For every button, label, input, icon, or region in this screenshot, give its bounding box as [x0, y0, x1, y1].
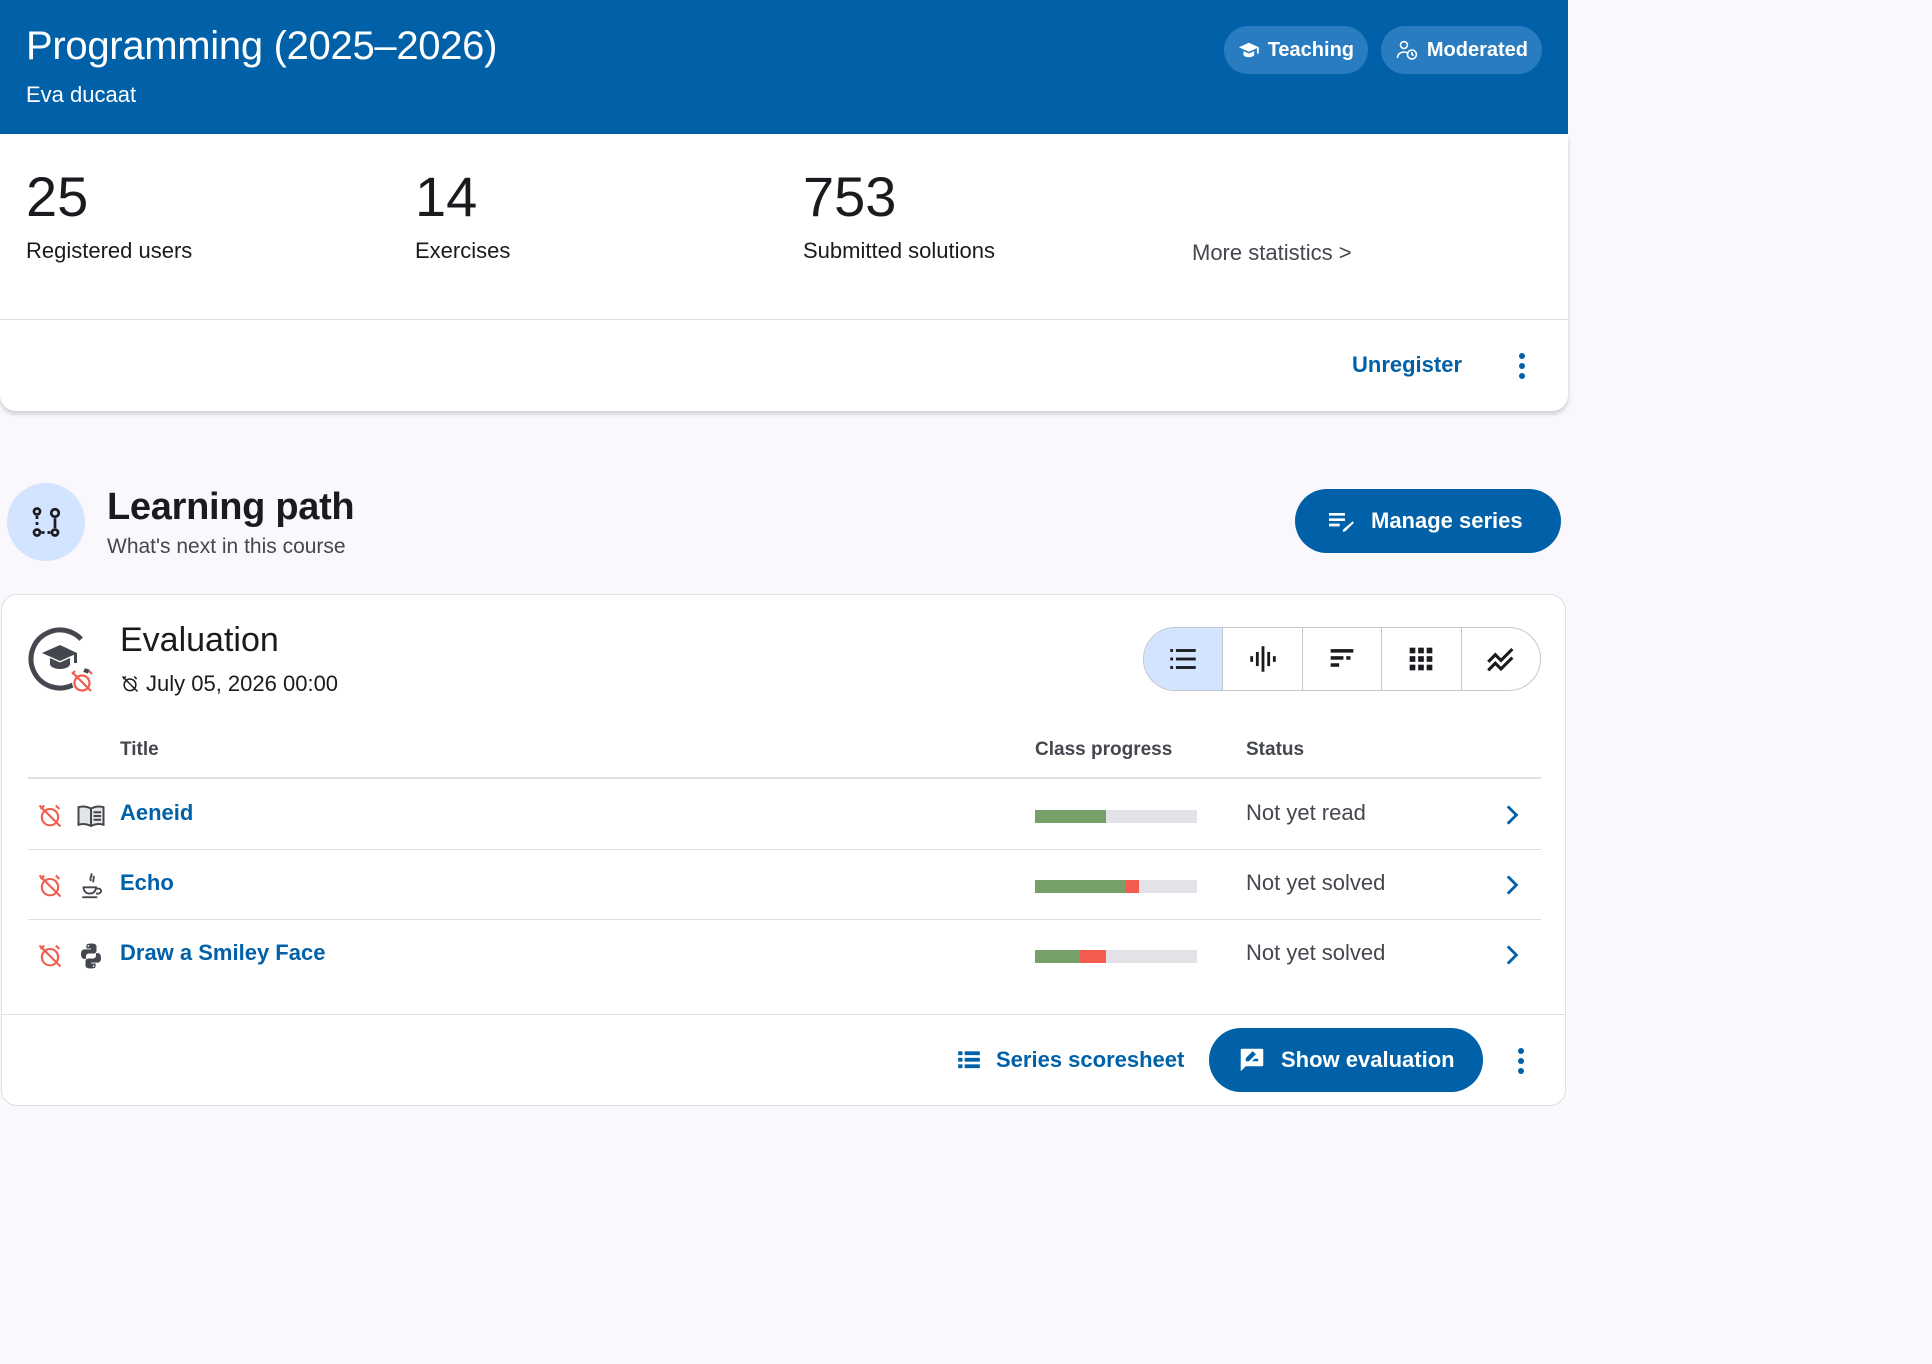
course-stats-card: 25 Registered users 14 Exercises 753 Sub…: [0, 134, 1568, 411]
stat-value: 753: [803, 165, 897, 228]
grid-icon: [1410, 647, 1433, 671]
manage-series-label: Manage series: [1371, 508, 1523, 533]
python-icon: [81, 943, 101, 969]
activity-title-link[interactable]: Draw a Smiley Face: [120, 940, 325, 966]
stat-value: 14: [415, 165, 478, 228]
series-view-toggle: [1143, 627, 1541, 691]
table-row[interactable]: Aeneid Not yet read: [28, 780, 1541, 850]
series-title: Evaluation: [120, 621, 279, 659]
alarm-off-icon: [38, 804, 62, 828]
stat-label: Exercises: [415, 238, 511, 263]
correct-fill: [1035, 810, 1107, 823]
scoresheet-label: Series scoresheet: [996, 1047, 1185, 1072]
correct-fill: [1035, 950, 1081, 963]
alarm-off-icon: [38, 874, 62, 898]
activity-status: Not yet read: [1246, 800, 1366, 825]
moderated-chip[interactable]: Moderated: [1381, 26, 1542, 74]
class-progress-bar: [1035, 810, 1197, 823]
more-statistics-link[interactable]: More statistics >: [1192, 240, 1352, 266]
wrong-fill: [1080, 950, 1107, 963]
class-progress-bar: [1035, 950, 1197, 963]
table-row[interactable]: Draw a Smiley Face Not yet solved: [28, 920, 1541, 990]
show-evaluation-button[interactable]: Show evaluation: [1209, 1028, 1483, 1092]
series-deadline: July 05, 2026 00:00: [120, 671, 338, 697]
activity-title-link[interactable]: Echo: [120, 870, 174, 896]
graduation-cap-icon: [1238, 42, 1259, 58]
learning-path-title: Learning path: [107, 486, 355, 528]
show-evaluation-label: Show evaluation: [1281, 1047, 1455, 1072]
view-grid-button[interactable]: [1382, 628, 1462, 690]
book-icon: [77, 805, 105, 828]
trend-lines-icon: [1486, 647, 1514, 672]
stat-label: Submitted solutions: [803, 238, 995, 263]
java-icon: [82, 872, 102, 899]
more-options-icon[interactable]: [1518, 353, 1526, 383]
series-scoresheet-button[interactable]: Series scoresheet: [956, 1047, 1184, 1073]
moderated-label: Moderated: [1426, 38, 1528, 61]
list-icon: [1170, 649, 1196, 669]
table-row[interactable]: Echo Not yet solved: [28, 850, 1541, 920]
course-header: Programming (2025–2026) Eva ducaat Teach…: [0, 0, 1568, 134]
feedback-icon: [1240, 1048, 1264, 1072]
stat-registered-users: 25 Registered users: [26, 166, 192, 264]
teaching-chip[interactable]: Teaching: [1224, 26, 1368, 74]
alarm-off-icon: [121, 675, 139, 693]
footer-divider: [2, 1014, 1565, 1015]
view-waveform-button[interactable]: [1223, 628, 1303, 690]
table-header-divider: [28, 777, 1541, 779]
stat-exercises: 14 Exercises: [415, 166, 510, 264]
series-more-options-icon[interactable]: [1517, 1048, 1525, 1078]
correct-fill: [1035, 880, 1126, 893]
teaching-label: Teaching: [1267, 38, 1354, 61]
chevron-right-icon[interactable]: [1498, 872, 1524, 898]
class-progress-bar: [1035, 880, 1197, 893]
unregister-button[interactable]: Unregister: [1352, 352, 1462, 378]
deadline-text: July 05, 2026 00:00: [146, 671, 339, 696]
series-card: Evaluation July 05, 2026 00:00 Title Cla…: [1, 594, 1566, 1106]
stat-value: 25: [26, 165, 89, 228]
manage-series-button[interactable]: Manage series: [1295, 489, 1561, 553]
chevron-right-icon[interactable]: [1498, 802, 1524, 828]
user-clock-icon: [1396, 40, 1418, 60]
column-progress-header: Class progress: [1035, 739, 1173, 760]
view-list-button[interactable]: [1144, 628, 1224, 690]
activity-title-link[interactable]: Aeneid: [120, 800, 193, 826]
activity-status: Not yet solved: [1246, 870, 1386, 895]
view-trend-button[interactable]: [1462, 628, 1540, 690]
sorted-bars-icon: [1330, 649, 1354, 667]
learning-path-icon: [7, 483, 85, 561]
activity-status: Not yet solved: [1246, 940, 1386, 965]
course-teacher: Eva ducaat: [26, 82, 137, 107]
view-sorted-bars-button[interactable]: [1303, 628, 1383, 690]
stat-submitted-solutions: 753 Submitted solutions: [803, 166, 995, 264]
divider: [0, 319, 1568, 320]
wrong-fill: [1125, 880, 1139, 893]
chevron-right-icon[interactable]: [1498, 942, 1524, 968]
alarm-off-icon: [38, 944, 62, 968]
learning-path-subtitle: What's next in this course: [107, 535, 346, 558]
edit-list-icon: [1329, 513, 1354, 532]
evaluation-badge-icon: [28, 627, 93, 692]
column-title-header: Title: [120, 739, 159, 760]
course-title: Programming (2025–2026): [26, 24, 498, 68]
waveform-icon: [1249, 646, 1276, 672]
list-icon: [958, 1051, 980, 1069]
stat-label: Registered users: [26, 238, 193, 263]
column-status-header: Status: [1246, 739, 1305, 760]
